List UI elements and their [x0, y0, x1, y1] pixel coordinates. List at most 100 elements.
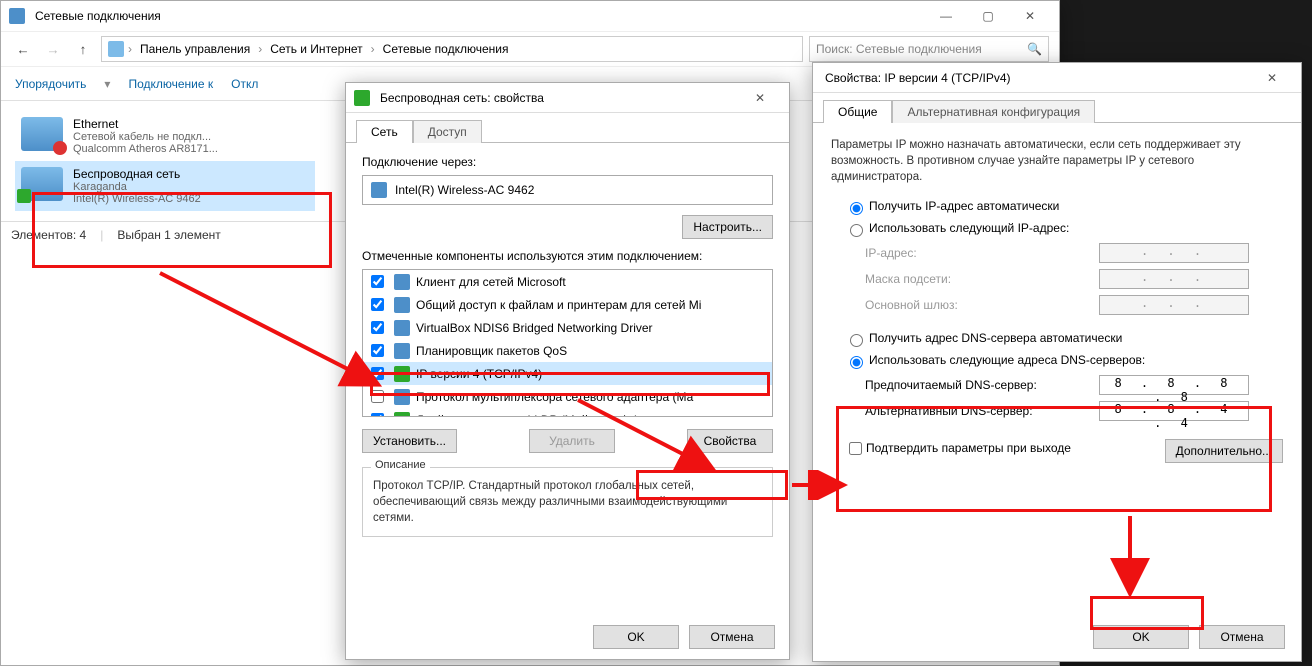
tabset: Общие Альтернативная конфигурация	[813, 99, 1301, 123]
chevron-down-icon: ▾	[104, 77, 110, 91]
gateway-label: Основной шлюз:	[865, 298, 958, 312]
breadcrumb-item[interactable]: Панель управления	[136, 42, 254, 56]
toolbar-disable[interactable]: Откл	[231, 77, 258, 91]
titlebar[interactable]: Сетевые подключения — ▢ ✕	[1, 1, 1059, 31]
list-item[interactable]: VirtualBox NDIS6 Bridged Networking Driv…	[363, 316, 772, 339]
list-item[interactable]: Клиент для сетей Microsoft	[363, 270, 772, 293]
component-icon	[394, 389, 410, 405]
component-label: Общий доступ к файлам и принтерам для се…	[416, 298, 701, 312]
chevron-right-icon: ›	[371, 42, 375, 56]
dialog-titlebar[interactable]: Свойства: IP версии 4 (TCP/IPv4) ✕	[813, 63, 1301, 93]
breadcrumb-item[interactable]: Сеть и Интернет	[266, 42, 366, 56]
ip-address-field: . . .	[1099, 243, 1249, 263]
connection-adapter: Intel(R) Wireless-AC 9462	[73, 193, 201, 205]
list-item-ipv4[interactable]: IP версии 4 (TCP/IPv4)	[363, 362, 772, 385]
cancel-button[interactable]: Отмена	[1199, 625, 1285, 649]
component-icon	[394, 320, 410, 336]
ok-button[interactable]: OK	[593, 625, 679, 649]
subnet-mask-field: . . .	[1099, 269, 1249, 289]
component-checkbox[interactable]	[371, 321, 384, 334]
component-icon	[394, 343, 410, 359]
component-icon	[394, 274, 410, 290]
tabset: Сеть Доступ	[346, 119, 789, 143]
dns-alternate-field[interactable]: 8 . 8 . 4 . 4	[1099, 401, 1249, 421]
properties-button[interactable]: Свойства	[687, 429, 773, 453]
connection-wifi[interactable]: Беспроводная сеть Karaganda Intel(R) Wir…	[15, 161, 315, 211]
component-checkbox[interactable]	[371, 390, 384, 403]
search-icon: 🔍	[1027, 42, 1042, 56]
component-icon	[394, 412, 410, 418]
connection-ethernet[interactable]: Ethernet Сетевой кабель не подкл... Qual…	[15, 111, 315, 161]
status-selected: Выбран 1 элемент	[117, 228, 220, 242]
connection-status: Karaganda	[73, 181, 201, 193]
component-icon	[394, 366, 410, 382]
component-label: Клиент для сетей Microsoft	[416, 275, 566, 289]
radio-dns-auto[interactable]: Получить адрес DNS-сервера автоматически	[845, 331, 1122, 345]
component-checkbox[interactable]	[371, 298, 384, 311]
configure-button[interactable]: Настроить...	[682, 215, 773, 239]
list-item[interactable]: Драйвер протокола LLDP (Майкрософт)	[363, 408, 772, 417]
connection-name: Ethernet	[73, 117, 218, 131]
chevron-right-icon: ›	[128, 42, 132, 56]
ok-button[interactable]: OK	[1093, 625, 1189, 649]
tab-network[interactable]: Сеть	[356, 120, 413, 143]
connect-via-label: Подключение через:	[362, 155, 773, 169]
search-placeholder: Поиск: Сетевые подключения	[816, 42, 1021, 56]
dns-alternate-label: Альтернативный DNS-сервер:	[865, 404, 1033, 418]
dialog-title: Беспроводная сеть: свойства	[376, 91, 739, 105]
cancel-button[interactable]: Отмена	[689, 625, 775, 649]
component-checkbox[interactable]	[371, 275, 384, 288]
components-label: Отмеченные компоненты используются этим …	[362, 249, 773, 263]
uninstall-button: Удалить	[529, 429, 615, 453]
component-checkbox[interactable]	[371, 344, 384, 357]
minimize-button[interactable]: —	[925, 2, 967, 30]
radio-ip-manual[interactable]: Использовать следующий IP-адрес:	[845, 221, 1069, 235]
connection-status: Сетевой кабель не подкл...	[73, 131, 218, 143]
subnet-mask-label: Маска подсети:	[865, 272, 951, 286]
tab-alt-config[interactable]: Альтернативная конфигурация	[892, 100, 1095, 123]
toolbar-connect[interactable]: Подключение к	[128, 77, 213, 91]
ip-address-label: IP-адрес:	[865, 246, 917, 260]
toolbar-organize[interactable]: Упорядочить	[15, 77, 86, 91]
breadcrumb[interactable]: › Панель управления › Сеть и Интернет › …	[101, 36, 803, 62]
window-title: Сетевые подключения	[31, 9, 925, 23]
nav-back-button[interactable]: ←	[11, 37, 35, 61]
wifi-icon	[21, 167, 63, 201]
radio-dns-manual[interactable]: Использовать следующие адреса DNS-сервер…	[845, 353, 1145, 367]
adapter-name: Intel(R) Wireless-AC 9462	[395, 183, 534, 197]
tab-general[interactable]: Общие	[823, 100, 892, 123]
validate-checkbox[interactable]: Подтвердить параметры при выходе	[845, 441, 1071, 455]
connection-adapter: Qualcomm Atheros AR8171...	[73, 143, 218, 155]
close-button[interactable]: ✕	[739, 84, 781, 112]
gateway-field: . . .	[1099, 295, 1249, 315]
component-icon	[394, 297, 410, 313]
connection-name: Беспроводная сеть	[73, 167, 201, 181]
component-checkbox[interactable]	[371, 413, 384, 417]
advanced-button[interactable]: Дополнительно...	[1165, 439, 1283, 463]
search-box[interactable]: Поиск: Сетевые подключения 🔍	[809, 36, 1049, 62]
tab-access[interactable]: Доступ	[413, 120, 482, 143]
nav-forward-button[interactable]: →	[41, 37, 65, 61]
dns-preferred-field[interactable]: 8 . 8 . 8 . 8	[1099, 375, 1249, 395]
list-item[interactable]: Планировщик пакетов QoS	[363, 339, 772, 362]
radio-ip-auto[interactable]: Получить IP-адрес автоматически	[845, 199, 1059, 213]
components-list[interactable]: Клиент для сетей Microsoft Общий доступ …	[362, 269, 773, 417]
adapter-properties-dialog: Беспроводная сеть: свойства ✕ Сеть Досту…	[345, 82, 790, 660]
component-label: Планировщик пакетов QoS	[416, 344, 567, 358]
close-button[interactable]: ✕	[1009, 2, 1051, 30]
adapter-box: Intel(R) Wireless-AC 9462	[362, 175, 773, 205]
close-button[interactable]: ✕	[1251, 64, 1293, 92]
chevron-right-icon: ›	[258, 42, 262, 56]
adapter-icon	[371, 182, 387, 198]
nav-up-button[interactable]: ↑	[71, 37, 95, 61]
dialog-titlebar[interactable]: Беспроводная сеть: свойства ✕	[346, 83, 789, 113]
list-item[interactable]: Протокол мультиплексора сетевого адаптер…	[363, 385, 772, 408]
description-text: Протокол TCP/IP. Стандартный протокол гл…	[373, 478, 762, 526]
install-button[interactable]: Установить...	[362, 429, 457, 453]
maximize-button[interactable]: ▢	[967, 2, 1009, 30]
list-item[interactable]: Общий доступ к файлам и принтерам для се…	[363, 293, 772, 316]
computer-icon	[108, 41, 124, 57]
component-checkbox[interactable]	[371, 367, 384, 380]
dns-preferred-label: Предпочитаемый DNS-сервер:	[865, 378, 1037, 392]
breadcrumb-item[interactable]: Сетевые подключения	[379, 42, 513, 56]
